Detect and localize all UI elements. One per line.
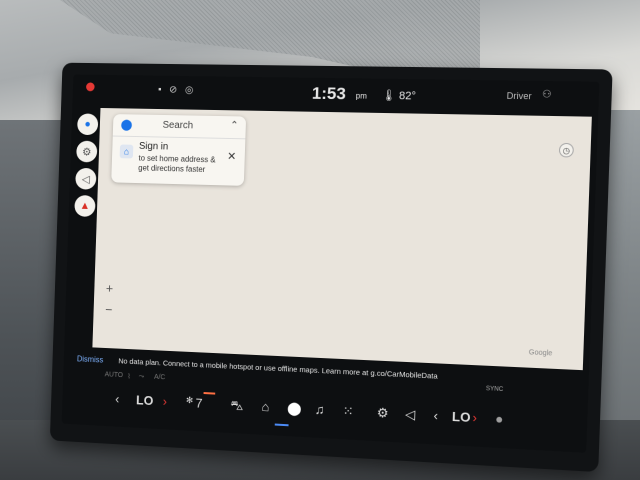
active-indicator — [274, 423, 289, 427]
apps-grid-icon[interactable]: ⁙ — [342, 403, 353, 420]
thermometer-icon: 🌡 — [381, 89, 397, 103]
car-icon[interactable]: ⛍ — [230, 397, 244, 415]
ac-label[interactable]: A/C — [154, 374, 165, 381]
mic-icon[interactable]: ● — [495, 411, 504, 427]
compass-icon[interactable]: ◷ — [558, 142, 575, 158]
search-bar[interactable]: ⬤ Search ⌃ — [112, 114, 247, 140]
fan-level[interactable]: 7 — [195, 396, 202, 411]
music-icon[interactable]: ♫ — [315, 402, 325, 417]
check-circle-icon: ◎ — [184, 84, 194, 96]
outside-temperature: 🌡 82° — [382, 89, 417, 103]
maps-icon[interactable]: ⬤ — [287, 400, 302, 417]
navigation-icon[interactable]: ▲ — [74, 194, 96, 217]
google-attribution: Google — [528, 349, 553, 358]
volume-icon[interactable]: ◁ — [75, 167, 97, 190]
map-canvas[interactable]: ⬤ Search ⌃ ⌂ Sign in to set home address… — [92, 107, 592, 371]
home-icon: ⌂ — [119, 144, 134, 159]
fan-level-bar — [203, 392, 216, 395]
screen: ▪ ⊘ ◎ 1:53 pm 🌡 82° Driver ⚇ ● ⚙ ◁ ▲ ⬤ S… — [61, 74, 600, 453]
home-icon[interactable]: ⌂ — [261, 399, 269, 414]
search-label: Search — [162, 119, 194, 132]
volume-icon[interactable]: ◁ — [405, 406, 416, 423]
settings-icon[interactable]: ⚙ — [377, 405, 389, 422]
driver-profile-label[interactable]: Driver — [506, 91, 531, 102]
temp-left-up-icon[interactable]: › — [163, 394, 168, 409]
search-card: ⬤ Search ⌃ ⌂ Sign in to set home address… — [111, 114, 247, 186]
google-maps-icon: ⬤ — [120, 119, 133, 132]
airflow-icon[interactable]: ⤳ — [139, 373, 145, 381]
close-icon[interactable]: ✕ — [227, 150, 236, 163]
profile-icon[interactable]: ⚇ — [542, 89, 552, 100]
chevron-up-icon[interactable]: ⌃ — [230, 120, 239, 131]
clock-time: 1:53 — [311, 83, 347, 104]
dismiss-button[interactable]: Dismiss — [77, 354, 104, 364]
clock-ampm: pm — [355, 91, 368, 101]
temperature-value: 82° — [398, 90, 417, 103]
sign-in-subtitle: to set home address & get directions fas… — [138, 153, 216, 174]
right-temp-setting: LO — [451, 408, 471, 426]
zoom-in-button[interactable]: + — [102, 280, 118, 296]
mic-icon[interactable]: ● — [76, 113, 99, 136]
zoom-out-button[interactable]: − — [101, 301, 117, 317]
infotainment-display: ▪ ⊘ ◎ 1:53 pm 🌡 82° Driver ⚇ ● ⚙ ◁ ▲ ⬤ S… — [49, 62, 613, 473]
temp-right-up-icon[interactable]: › — [472, 410, 477, 425]
message-icon: ▪ — [157, 84, 162, 96]
no-signal-icon: ⊘ — [168, 84, 178, 96]
left-temp-setting: LO — [135, 392, 154, 409]
notification-dot-icon[interactable] — [85, 82, 95, 92]
temp-left-down-icon[interactable]: ‹ — [115, 391, 120, 406]
temp-right-down-icon[interactable]: ‹ — [433, 408, 438, 423]
fan-icon[interactable]: ✻ — [186, 395, 194, 406]
auto-label[interactable]: AUTO — [105, 371, 124, 379]
status-icons: ▪ ⊘ ◎ — [158, 84, 194, 95]
defrost-icon[interactable]: ⌇ — [127, 372, 131, 380]
sign-in-title[interactable]: Sign in — [139, 141, 169, 152]
settings-icon[interactable]: ⚙ — [76, 140, 98, 163]
